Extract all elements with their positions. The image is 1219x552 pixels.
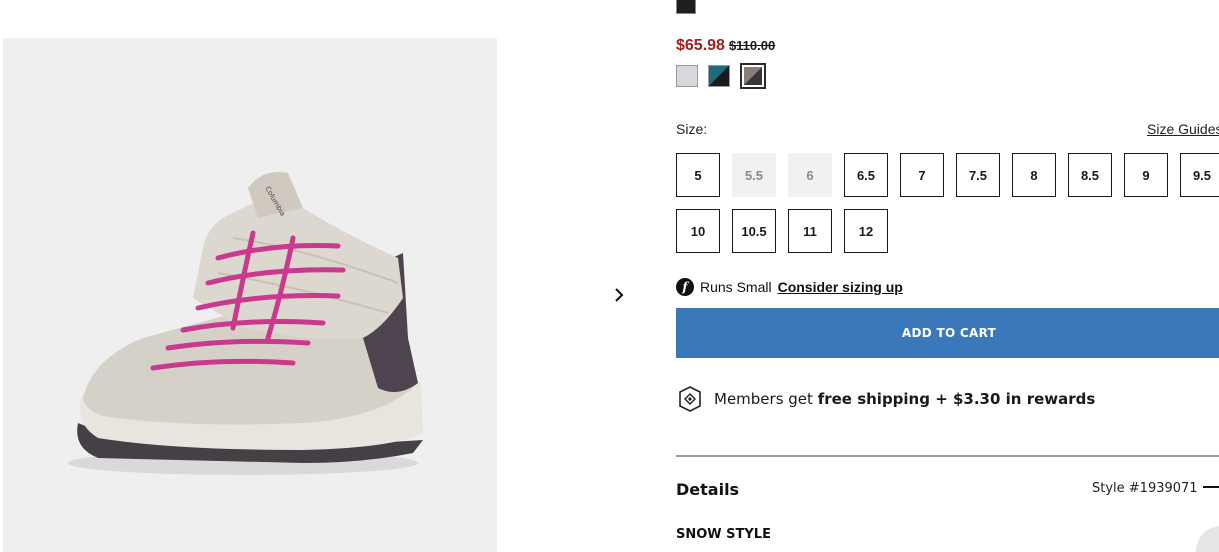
style-number: Style #1939071 xyxy=(1092,481,1198,496)
color-swatch-previous[interactable] xyxy=(676,0,696,14)
price-row: $65.98 $110.00 xyxy=(676,37,775,55)
details-heading[interactable]: Details xyxy=(676,480,739,499)
size-label: Size: xyxy=(676,121,708,137)
color-swatches xyxy=(676,63,766,89)
fit-logo-icon: f xyxy=(676,278,694,296)
size-option-9-5[interactable]: 9.5 xyxy=(1180,153,1219,197)
size-option-10[interactable]: 10 xyxy=(676,209,720,253)
collapse-minus-icon[interactable] xyxy=(1203,486,1219,488)
size-option-8-5[interactable]: 8.5 xyxy=(1068,153,1112,197)
size-option-7[interactable]: 7 xyxy=(900,153,944,197)
rewards-diamond-icon xyxy=(679,386,701,412)
size-option-6-5[interactable]: 6.5 xyxy=(844,153,888,197)
members-highlight: free shipping + $3.30 in rewards xyxy=(817,390,1096,408)
sale-price: $65.98 xyxy=(676,37,725,54)
color-swatch-stone-taupe[interactable] xyxy=(740,63,766,89)
fit-predictor: f Runs Small Consider sizing up xyxy=(676,278,903,296)
fit-text: Runs Small xyxy=(700,279,772,295)
details-subheading: SNOW STYLE xyxy=(676,527,771,542)
color-swatch-light-grey[interactable] xyxy=(676,65,698,87)
size-option-11[interactable]: 11 xyxy=(788,209,832,253)
boot-illustration: Columbia xyxy=(68,172,424,475)
gallery-next-button[interactable] xyxy=(608,283,630,307)
members-rewards-banner: Members get free shipping + $3.30 in rew… xyxy=(676,385,1095,413)
size-option-9[interactable]: 9 xyxy=(1124,153,1168,197)
size-option-7-5[interactable]: 7.5 xyxy=(956,153,1000,197)
size-grid: 5 5.5 6 6.5 7 7.5 8 8.5 9 9.5 10 10.5 11… xyxy=(676,153,1219,253)
size-option-6[interactable]: 6 xyxy=(788,153,832,197)
add-to-cart-button[interactable]: ADD TO CART xyxy=(676,308,1219,358)
size-guides-link[interactable]: Size Guides xyxy=(1147,121,1219,137)
chevron-right-icon xyxy=(615,288,624,302)
size-option-12[interactable]: 12 xyxy=(844,209,888,253)
members-prefix: Members get xyxy=(714,390,813,408)
size-option-8[interactable]: 8 xyxy=(1012,153,1056,197)
size-option-5[interactable]: 5 xyxy=(676,153,720,197)
product-info-panel: $65.98 $110.00 Size: Size Guides 5 5.5 6… xyxy=(676,0,1219,552)
product-image[interactable]: Columbia xyxy=(3,38,497,552)
original-price: $110.00 xyxy=(728,38,776,53)
size-option-10-5[interactable]: 10.5 xyxy=(732,209,776,253)
color-swatch-teal-black[interactable] xyxy=(708,65,730,87)
consider-sizing-up-link[interactable]: Consider sizing up xyxy=(778,279,903,295)
section-divider xyxy=(676,455,1219,457)
size-option-5-5[interactable]: 5.5 xyxy=(732,153,776,197)
